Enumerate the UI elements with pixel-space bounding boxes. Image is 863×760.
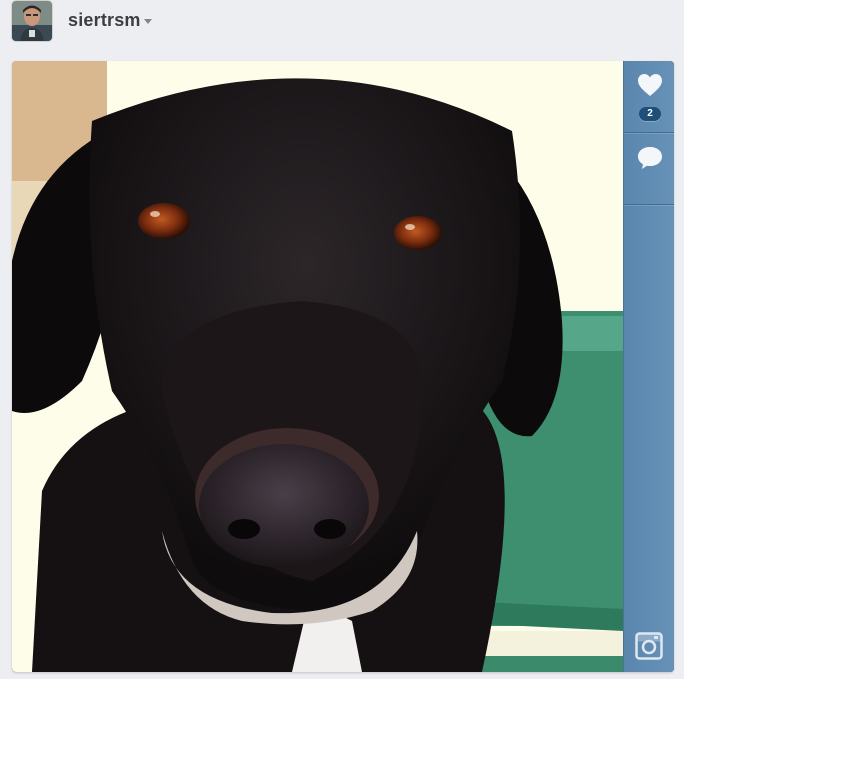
post-card: 2	[12, 61, 674, 672]
comment-bubble-icon	[638, 147, 662, 169]
like-count-badge: 2	[639, 107, 661, 121]
heart-icon	[638, 74, 662, 96]
post-action-sidebar: 2	[623, 61, 674, 672]
comment-button[interactable]	[624, 133, 674, 205]
avatar-image	[12, 1, 52, 41]
like-button[interactable]: 2	[624, 61, 674, 133]
instagram-feed-frame: siertrsm 2	[0, 0, 684, 679]
user-avatar[interactable]	[12, 1, 52, 41]
post-header: siertrsm	[0, 0, 684, 44]
post-photo[interactable]	[12, 61, 623, 672]
username-link[interactable]: siertrsm	[68, 10, 141, 31]
instagram-camera-icon[interactable]	[635, 632, 663, 660]
chevron-down-icon[interactable]	[144, 19, 152, 24]
